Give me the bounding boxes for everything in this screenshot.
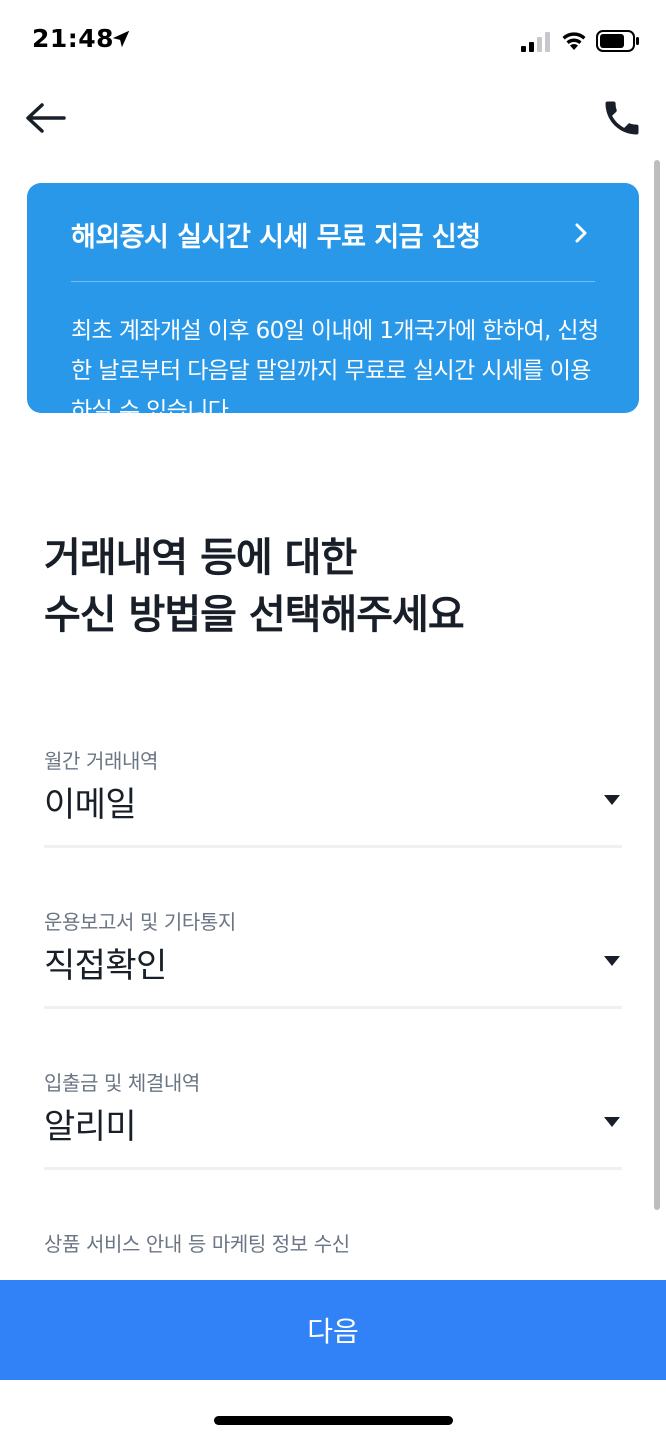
banner-divider — [71, 281, 595, 282]
phone-button[interactable] — [600, 96, 644, 140]
battery-icon — [596, 30, 639, 52]
back-button[interactable] — [22, 96, 70, 140]
field-underline — [44, 1167, 622, 1170]
wifi-icon — [562, 32, 586, 50]
arrow-left-icon — [26, 103, 66, 133]
report-notice-select[interactable]: 운용보고서 및 기타통지 직접확인 — [44, 906, 622, 1016]
page-title-line1: 거래내역 등에 대한 — [44, 535, 357, 581]
chevron-right-icon — [575, 223, 587, 243]
field-label: 입출금 및 체결내역 — [44, 1071, 200, 1095]
field-label: 운용보고서 및 기타통지 — [44, 910, 236, 934]
caret-down-icon — [604, 956, 620, 966]
monthly-statement-select[interactable]: 월간 거래내역 이메일 — [44, 745, 622, 855]
phone-icon — [605, 101, 639, 135]
location-arrow-icon — [112, 30, 130, 48]
deposit-execution-select[interactable]: 입출금 및 체결내역 알리미 — [44, 1067, 622, 1177]
field-label: 월간 거래내역 — [44, 749, 158, 773]
home-indicator[interactable] — [214, 1416, 453, 1425]
next-button[interactable]: 다음 — [0, 1280, 666, 1380]
field-value: 이메일 — [44, 785, 137, 825]
status-time: 21:48 — [32, 24, 115, 53]
field-value: 알리미 — [44, 1107, 137, 1147]
field-underline — [44, 845, 622, 848]
field-underline — [44, 1006, 622, 1009]
caret-down-icon — [604, 1117, 620, 1127]
banner-title: 해외증시 실시간 시세 무료 지금 신청 — [71, 222, 481, 253]
page-title: 거래내역 등에 대한 수신 방법을 선택해주세요 — [44, 530, 465, 644]
banner-description: 최초 계좌개설 이후 60일 이내에 1개국가에 한하여, 신청한 날로부터 다… — [71, 318, 599, 413]
status-bar: 21:48 — [0, 0, 666, 84]
page-title-line2: 수신 방법을 선택해주세요 — [44, 592, 465, 638]
marketing-consent-label[interactable]: 상품 서비스 안내 등 마케팅 정보 수신 — [44, 1228, 350, 1257]
overseas-quote-banner[interactable]: 해외증시 실시간 시세 무료 지금 신청 최초 계좌개설 이후 60일 이내에 … — [27, 183, 639, 413]
scrollbar[interactable] — [654, 160, 660, 1210]
cellular-signal-icon — [521, 32, 550, 52]
caret-down-icon — [604, 795, 620, 805]
field-value: 직접확인 — [44, 946, 167, 986]
